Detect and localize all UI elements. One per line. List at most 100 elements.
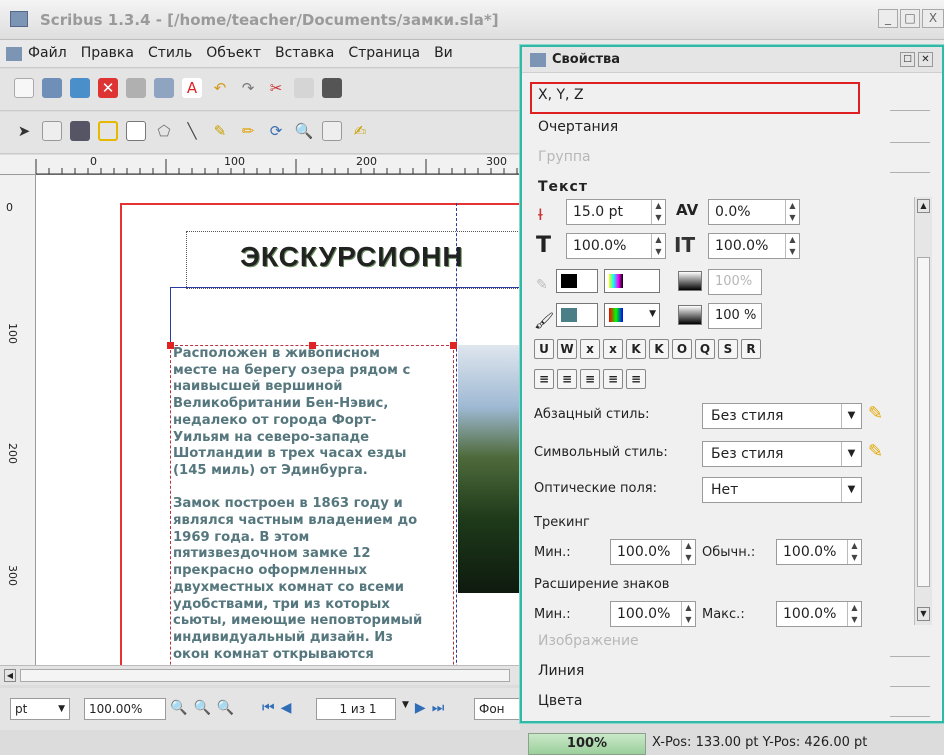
spin-arrows[interactable]: ▲ ▼ [847,540,861,564]
paste-icon[interactable] [322,78,342,98]
glyph-max-input[interactable]: 100.0% ▲ ▼ [776,601,862,627]
minimize-button[interactable]: _ [878,9,898,28]
section-colors[interactable]: Цвета [530,687,930,717]
maximize-button[interactable]: □ [900,9,920,28]
menu-item-3[interactable]: Объект [206,45,261,61]
para-style-select[interactable]: Без стиля ▼ [702,403,862,429]
castle-photo[interactable] [458,345,520,593]
spin-arrows[interactable]: ▲ ▼ [785,234,799,258]
tracking-min-input[interactable]: 100.0% ▲ ▼ [610,539,696,565]
scroll-up-icon[interactable]: ▲ [917,199,930,213]
scroll-thumb[interactable] [20,669,510,682]
format-button-6[interactable]: O [672,339,692,359]
panel-close-button[interactable]: ✕ [918,52,933,67]
scroll-thumb[interactable] [917,257,930,587]
menu-item-6[interactable]: Ви [434,45,453,61]
optical-margins-select[interactable]: Нет ▼ [702,477,862,503]
stroke-color-select[interactable] [604,269,660,293]
first-page-icon[interactable]: ⏮ [262,700,275,716]
table-icon[interactable] [98,121,118,141]
spin-arrows[interactable]: ▲ ▼ [681,540,695,564]
menu-item-0[interactable]: Файл [28,45,67,61]
scale-height-input[interactable]: 100.0% ▲ ▼ [708,233,800,259]
last-page-icon[interactable]: ⏭ [432,700,445,716]
document-canvas[interactable]: ЭКСКУРСИОНН Расположен в живописном мест… [36,175,520,665]
unit-select[interactable]: pt ▼ [10,698,70,720]
story-editor-icon[interactable]: ✍ [350,121,370,141]
image-frame-icon[interactable] [70,121,90,141]
scroll-left-icon[interactable]: ◀ [4,669,16,682]
section-shape[interactable]: Очертания [530,113,930,143]
frame-handle-tl[interactable] [167,342,174,349]
font-size-input[interactable]: 15.0 pt ▲ ▼ [566,199,666,225]
format-button-0[interactable]: U [534,339,554,359]
format-button-1[interactable]: W [557,339,577,359]
open-icon[interactable] [42,78,62,98]
pdf-export-icon[interactable]: A [182,78,202,98]
close-doc-icon[interactable]: ✕ [98,78,118,98]
panel-scrollbar[interactable]: ▲ ▼ [914,197,932,625]
spin-arrows[interactable]: ▲ ▼ [651,200,665,224]
spin-arrows[interactable]: ▲ ▼ [651,234,665,258]
menu-item-2[interactable]: Стиль [148,45,192,61]
align-left-icon[interactable]: ≡ [534,369,554,389]
char-style-select[interactable]: Без стиля ▼ [702,441,862,467]
zoom-in-icon[interactable]: 🔍 [217,700,234,716]
copy-icon[interactable] [294,78,314,98]
new-doc-icon[interactable] [14,78,34,98]
prev-page-icon[interactable]: ◀ [281,700,292,716]
page-select[interactable]: 1 из 1 [316,698,396,720]
zoom-input[interactable]: 100.00% [84,698,166,720]
format-button-8[interactable]: S [718,339,738,359]
zoom-normal-icon[interactable]: 🔍 [193,700,210,716]
save-icon[interactable] [70,78,90,98]
menu-item-4[interactable]: Вставка [275,45,334,61]
text-frame-icon[interactable] [42,121,62,141]
kerning-input[interactable]: 0.0% ▲ ▼ [708,199,800,225]
format-button-4[interactable]: K [626,339,646,359]
edit-text-icon[interactable] [322,121,342,141]
spin-arrows[interactable]: ▲ ▼ [681,602,695,626]
freehand-icon[interactable]: ✏ [238,121,258,141]
format-button-3[interactable]: x [603,339,623,359]
menu-item-1[interactable]: Правка [81,45,134,61]
frame-handle-tr[interactable] [450,342,457,349]
align-center-icon[interactable]: ≡ [557,369,577,389]
glyph-min-input[interactable]: 100.0% ▲ ▼ [610,601,696,627]
fill-shade-input[interactable]: 100 % [708,303,762,329]
format-button-2[interactable]: x [580,339,600,359]
frame-handle-tm[interactable] [309,342,316,349]
fill-color-select[interactable]: ▼ [604,303,660,327]
print-icon[interactable] [126,78,146,98]
menu-item-5[interactable]: Страница [348,45,420,61]
char-style-edit-icon[interactable]: ✎ [868,441,883,462]
align-forced-icon[interactable]: ≡ [626,369,646,389]
polygon-icon[interactable]: ⬠ [154,121,174,141]
preflight-icon[interactable] [154,78,174,98]
tracking-normal-input[interactable]: 100.0% ▲ ▼ [776,539,862,565]
shape-icon[interactable] [126,121,146,141]
stroke-color-combo[interactable] [556,269,598,293]
zoom-icon[interactable]: 🔍 [294,121,314,141]
format-button-5[interactable]: K [649,339,669,359]
body-text-frame[interactable]: Расположен в живописном месте на берегу … [170,345,454,665]
panel-float-button[interactable]: □ [900,52,915,67]
redo-icon[interactable]: ↷ [238,78,258,98]
select-arrow-icon[interactable]: ➤ [14,121,34,141]
layer-select[interactable]: Фон [474,698,520,720]
page-dropdown-icon[interactable]: ▼ [402,700,409,716]
horizontal-scrollbar[interactable]: ◀ [0,665,520,685]
spin-arrows[interactable]: ▲ ▼ [847,602,861,626]
align-right-icon[interactable]: ≡ [580,369,600,389]
rotate-icon[interactable]: ⟳ [266,121,286,141]
spin-arrows[interactable]: ▲ ▼ [785,200,799,224]
scale-width-input[interactable]: 100.0% ▲ ▼ [566,233,666,259]
cut-icon[interactable]: ✂ [266,78,286,98]
format-button-7[interactable]: Q [695,339,715,359]
undo-icon[interactable]: ↶ [210,78,230,98]
para-style-edit-icon[interactable]: ✎ [868,403,883,424]
fill-color-combo[interactable] [556,303,598,327]
next-page-icon[interactable]: ▶ [415,700,426,716]
line-icon[interactable]: ╲ [182,121,202,141]
close-button[interactable]: X [922,9,944,28]
